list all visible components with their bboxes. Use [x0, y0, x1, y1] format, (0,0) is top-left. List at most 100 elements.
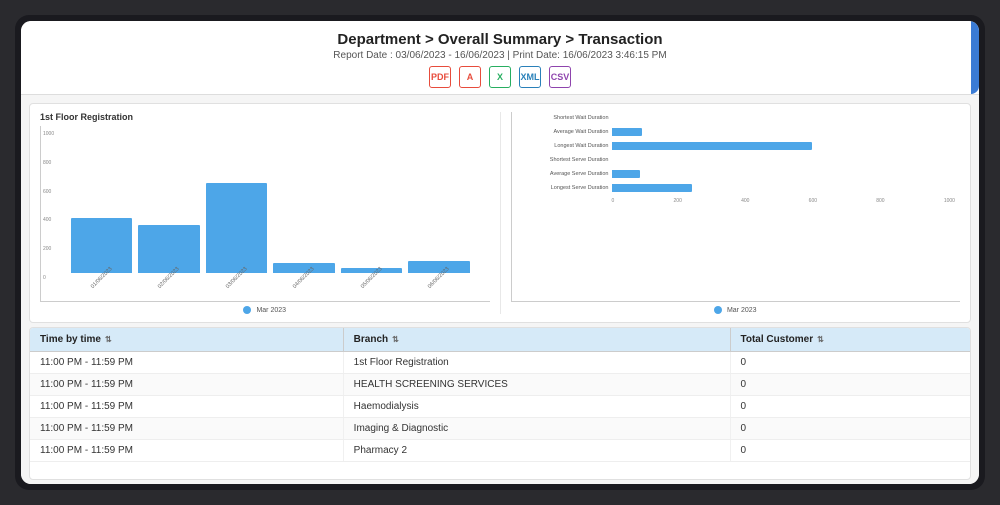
hbar-chart-area: Shortest Wait Duration Average Wait Dura… [511, 112, 961, 302]
cell-total-5: 0 [731, 440, 971, 461]
cell-total-2: 0 [731, 374, 971, 395]
report-date: Report Date : 03/06/2023 - 16/06/2023 | … [21, 50, 979, 61]
y-label-0: 0 [43, 275, 54, 281]
cell-time-5: 11:00 PM - 11:59 PM [30, 440, 343, 461]
bar-group-1: 01/06/2023 [71, 218, 132, 281]
column-branch-label: Branch [354, 334, 388, 345]
y-label-400: 400 [43, 217, 54, 223]
charts-section: 1st Floor Registration 0 200 400 600 800… [29, 103, 971, 323]
bar-group-4: 04/06/2023 [273, 263, 334, 281]
hbar-container: Shortest Wait Duration Average Wait Dura… [511, 112, 961, 302]
x-label-600: 600 [809, 198, 817, 204]
y-axis: 0 200 400 600 800 1000 [43, 131, 54, 281]
table-body: 11:00 PM - 11:59 PM 1st Floor Registrati… [30, 352, 970, 462]
hbar-row-5: Average Serve Duration [612, 170, 956, 178]
cell-branch-1: 1st Floor Registration [343, 352, 731, 373]
cell-branch-3: Haemodialysis [343, 396, 731, 417]
left-chart-title: 1st Floor Registration [40, 112, 490, 122]
content-area: 1st Floor Registration 0 200 400 600 800… [21, 95, 979, 484]
x-label-200: 200 [674, 198, 682, 204]
hbar-2 [612, 128, 642, 136]
right-legend-dot [714, 306, 722, 314]
export-pdf-button[interactable]: PDF [429, 66, 451, 88]
sort-branch-icon[interactable]: ⇅ [392, 335, 399, 344]
csv-icon: CSV [551, 72, 570, 82]
bar-chart-area: 0 200 400 600 800 1000 01/06/2023 [40, 126, 490, 302]
xml-icon: XML [521, 72, 540, 82]
left-legend-text: Mar 2023 [256, 307, 286, 314]
export-icons: PDF A X XML CSV [21, 66, 979, 88]
table-row: 11:00 PM - 11:59 PM HEALTH SCREENING SER… [30, 374, 970, 396]
cell-time-4: 11:00 PM - 11:59 PM [30, 418, 343, 439]
screen: Department > Overall Summary > Transacti… [21, 21, 979, 484]
y-label-1000: 1000 [43, 131, 54, 137]
vbar-6 [408, 261, 469, 273]
export-acrobat-button[interactable]: A [459, 66, 481, 88]
column-total-label: Total Customer [741, 334, 814, 345]
table-row: 11:00 PM - 11:59 PM Imaging & Diagnostic… [30, 418, 970, 440]
table-row: 11:00 PM - 11:59 PM Pharmacy 2 0 [30, 440, 970, 462]
sort-total-icon[interactable]: ⇅ [817, 335, 824, 344]
pdf-icon: PDF [431, 72, 449, 82]
y-label-600: 600 [43, 189, 54, 195]
column-branch[interactable]: Branch ⇅ [343, 328, 731, 351]
hbar-5 [612, 170, 640, 178]
hbar-6 [612, 184, 692, 192]
y-label-200: 200 [43, 246, 54, 252]
hbar-label-5: Average Serve Duration [514, 171, 609, 177]
vbar-1 [71, 218, 132, 273]
x-axis: 0 200 400 600 800 1000 [612, 198, 956, 204]
vbar-2 [138, 225, 199, 273]
hbar-row-3: Longest Wait Duration [612, 142, 956, 150]
hbar-label-6: Longest Serve Duration [514, 185, 609, 191]
hbar-label-2: Average Wait Duration [514, 129, 609, 135]
cell-branch-4: Imaging & Diagnostic [343, 418, 731, 439]
x-label-800: 800 [876, 198, 884, 204]
bar-group-5: 05/06/2023 [341, 268, 402, 281]
hbar-label-4: Shortest Serve Duration [514, 157, 609, 163]
vbar-4 [273, 263, 334, 273]
hbar-row-2: Average Wait Duration [612, 128, 956, 136]
vbar-container: 0 200 400 600 800 1000 01/06/2023 [40, 126, 490, 302]
export-csv-button[interactable]: CSV [549, 66, 571, 88]
cell-time-1: 11:00 PM - 11:59 PM [30, 352, 343, 373]
acrobat-icon: A [467, 72, 474, 82]
scrollbar[interactable] [971, 21, 979, 94]
table-row: 11:00 PM - 11:59 PM Haemodialysis 0 [30, 396, 970, 418]
x-label-1000: 1000 [944, 198, 955, 204]
cell-total-1: 0 [731, 352, 971, 373]
page-title: Department > Overall Summary > Transacti… [21, 31, 979, 48]
cell-time-3: 11:00 PM - 11:59 PM [30, 396, 343, 417]
column-time-label: Time by time [40, 334, 101, 345]
x-label-400: 400 [741, 198, 749, 204]
horizontal-bar-chart: Shortest Wait Duration Average Wait Dura… [500, 112, 961, 314]
cell-total-3: 0 [731, 396, 971, 417]
y-label-800: 800 [43, 160, 54, 166]
hbar-row-6: Longest Serve Duration [612, 184, 956, 192]
export-excel-button[interactable]: X [489, 66, 511, 88]
vertical-bar-chart: 1st Floor Registration 0 200 400 600 800… [40, 112, 490, 314]
hbar-3 [612, 142, 812, 150]
bar-group-3: 03/06/2023 [206, 183, 267, 281]
cell-time-2: 11:00 PM - 11:59 PM [30, 374, 343, 395]
sort-time-icon[interactable]: ⇅ [105, 335, 112, 344]
device-frame: Department > Overall Summary > Transacti… [15, 15, 985, 490]
excel-icon: X [497, 72, 503, 82]
column-time[interactable]: Time by time ⇅ [30, 328, 343, 351]
data-table: Time by time ⇅ Branch ⇅ Total Customer ⇅… [29, 327, 971, 480]
column-total[interactable]: Total Customer ⇅ [731, 328, 971, 351]
right-legend-text: Mar 2023 [727, 307, 757, 314]
vbar-3 [206, 183, 267, 273]
hbar-row-4: Shortest Serve Duration [612, 156, 956, 164]
hbar-row-1: Shortest Wait Duration [612, 114, 956, 122]
bar-group-6: 06/06/2023 [408, 261, 469, 281]
hbar-label-1: Shortest Wait Duration [514, 115, 609, 121]
export-xml-button[interactable]: XML [519, 66, 541, 88]
cell-total-4: 0 [731, 418, 971, 439]
hbar-label-3: Longest Wait Duration [514, 143, 609, 149]
cell-branch-2: HEALTH SCREENING SERVICES [343, 374, 731, 395]
right-chart-legend: Mar 2023 [511, 306, 961, 314]
bar-group-2: 02/06/2023 [138, 225, 199, 281]
table-row: 11:00 PM - 11:59 PM 1st Floor Registrati… [30, 352, 970, 374]
cell-branch-5: Pharmacy 2 [343, 440, 731, 461]
